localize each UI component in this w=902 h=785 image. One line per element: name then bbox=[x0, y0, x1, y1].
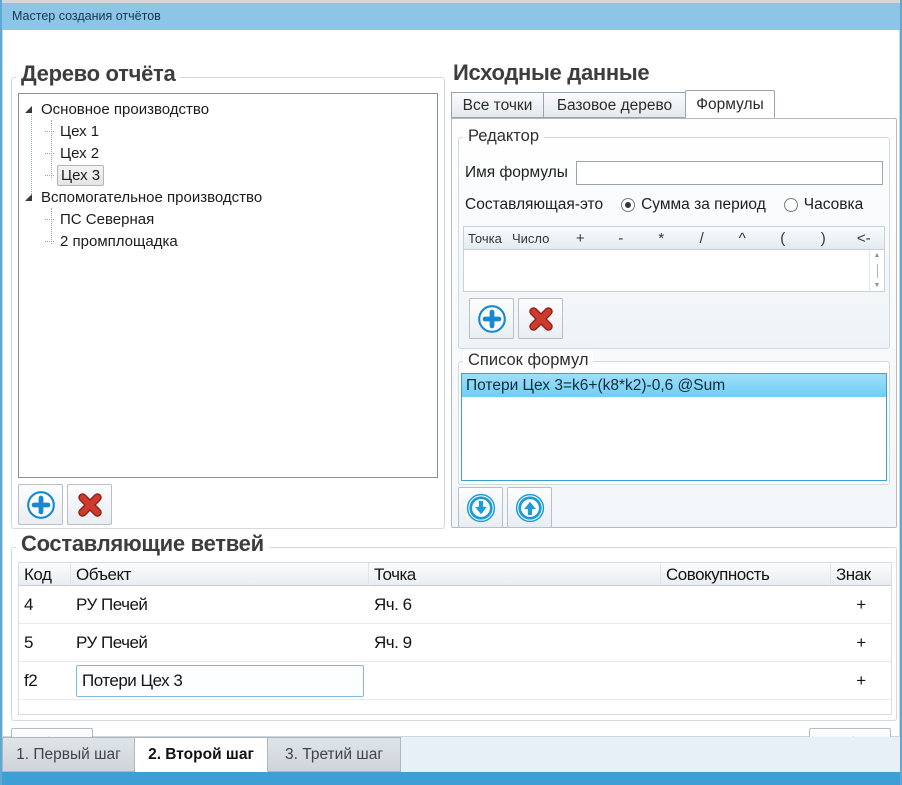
radio-sum-period[interactable]: Сумма за период bbox=[621, 196, 766, 214]
scroll-up-icon[interactable]: ▲ bbox=[874, 252, 881, 259]
col-header-object[interactable]: Объект bbox=[71, 563, 369, 586]
term-add-button[interactable] bbox=[469, 298, 514, 339]
branch-components-panel: Составляющие ветвей Код Объект Точка Сов… bbox=[11, 531, 897, 721]
table-row-editing[interactable]: f2 Потери Цех 3 + bbox=[19, 662, 891, 700]
grid-col-plus[interactable]: + bbox=[560, 230, 601, 247]
cell-code: 5 bbox=[24, 632, 33, 652]
grid-col-backspace[interactable]: <- bbox=[844, 230, 885, 247]
cell-code: f2 bbox=[24, 670, 38, 690]
table-row[interactable]: 4 РУ Печей Яч. 6 + bbox=[19, 586, 891, 624]
step-tab-3[interactable]: 3. Третий шаг bbox=[268, 737, 401, 772]
radio-hourly[interactable]: Часовка bbox=[783, 196, 864, 214]
col-header-code[interactable]: Код bbox=[19, 563, 71, 586]
tab-all-points[interactable]: Все точки bbox=[451, 92, 543, 118]
cell-code: 4 bbox=[24, 594, 33, 614]
radio-hourly-label: Часовка bbox=[803, 196, 864, 213]
table-row[interactable]: 5 РУ Печей Яч. 9 + bbox=[19, 624, 891, 662]
formula-name-label: Имя формулы bbox=[465, 164, 568, 181]
formula-list-title: Список формул bbox=[463, 351, 594, 370]
tree-item-shop1[interactable]: Цех 1 bbox=[19, 120, 437, 142]
delete-x-icon bbox=[74, 489, 106, 521]
plus-circle-icon bbox=[476, 303, 508, 335]
grid-col-number[interactable]: Число bbox=[508, 231, 560, 246]
circle-arrow-up-icon bbox=[515, 493, 545, 523]
tab-base-tree[interactable]: Базовое дерево bbox=[543, 92, 685, 118]
scroll-track bbox=[876, 263, 878, 278]
source-data-tabs: Все точки Базовое дерево Формулы bbox=[451, 90, 775, 118]
table-header-row: Код Объект Точка Совокупность Знак bbox=[19, 563, 891, 586]
tree-item-shop3-selected[interactable]: Цех 3 bbox=[19, 164, 437, 186]
branch-components-table: Код Объект Точка Совокупность Знак 4 РУ … bbox=[18, 562, 892, 715]
formula-editor-group: Редактор Имя формулы Составляющая-это Су… bbox=[458, 127, 890, 349]
cell-point: Яч. 6 bbox=[374, 594, 412, 614]
component-type-label: Составляющая-это bbox=[465, 196, 604, 213]
tree-item-shop2[interactable]: Цех 2 bbox=[19, 142, 437, 164]
cell-sign: + bbox=[856, 670, 866, 690]
step-tab-2[interactable]: 2. Второй шаг bbox=[135, 737, 268, 772]
tree-item-promploshchadka[interactable]: 2 промплощадка bbox=[19, 230, 437, 252]
term-delete-button[interactable] bbox=[518, 298, 563, 339]
cell-sign: + bbox=[856, 594, 866, 614]
formula-list-item[interactable]: Потери Цех 3=k6+(k8*k2)-0,6 @Sum bbox=[462, 374, 886, 397]
col-header-aggregate[interactable]: Совокупность bbox=[661, 563, 831, 586]
delete-x-icon bbox=[525, 303, 557, 335]
report-tree[interactable]: Основное производство Цех 1 Цех 2 Цех 3 … bbox=[18, 93, 438, 478]
tree-item-main-production[interactable]: Основное производство bbox=[19, 98, 437, 120]
formula-list-group: Список формул Потери Цех 3=k6+(k8*k2)-0,… bbox=[458, 351, 890, 485]
grid-col-multiply[interactable]: * bbox=[641, 230, 682, 247]
report-tree-panel: Дерево отчёта Основное производство Цех … bbox=[11, 61, 445, 529]
plus-circle-icon bbox=[25, 489, 57, 521]
radio-unselected-icon bbox=[783, 198, 798, 212]
tree-delete-button[interactable] bbox=[67, 484, 112, 525]
cell-object: РУ Печей bbox=[76, 594, 148, 614]
grid-col-close-paren[interactable]: ) bbox=[803, 230, 844, 247]
cell-object-editor[interactable]: Потери Цех 3 bbox=[76, 664, 364, 697]
grid-col-minus[interactable]: - bbox=[601, 230, 642, 247]
tree-add-button[interactable] bbox=[18, 484, 63, 525]
formula-list[interactable]: Потери Цех 3=k6+(k8*k2)-0,6 @Sum bbox=[461, 373, 887, 481]
branch-components-title: Составляющие ветвей bbox=[16, 531, 269, 557]
col-header-sign[interactable]: Знак bbox=[831, 563, 891, 586]
tab-formulas[interactable]: Формулы bbox=[685, 90, 775, 118]
step-tab-1[interactable]: 1. Первый шаг bbox=[2, 737, 135, 772]
grid-col-open-paren[interactable]: ( bbox=[763, 230, 804, 247]
titlebar[interactable]: Мастер создания отчётов bbox=[2, 3, 900, 30]
col-header-point[interactable]: Точка bbox=[369, 563, 661, 586]
move-down-button[interactable] bbox=[458, 487, 503, 528]
grid-col-power[interactable]: ^ bbox=[722, 230, 763, 247]
radio-sum-period-label: Сумма за период bbox=[641, 196, 766, 213]
grid-col-point[interactable]: Точка bbox=[464, 231, 508, 246]
source-data-title: Исходные данные bbox=[453, 60, 650, 85]
formula-name-input[interactable] bbox=[575, 161, 883, 185]
formula-grid-header: Точка Число + - * / ^ ( ) <- bbox=[463, 226, 885, 250]
tree-item-aux-production[interactable]: Вспомогательное производство bbox=[19, 186, 437, 208]
move-up-button[interactable] bbox=[507, 487, 552, 528]
formula-term-grid[interactable]: ▲ ▼ bbox=[463, 250, 885, 292]
bottom-bar bbox=[2, 772, 900, 785]
tree-item-ps-severnaya[interactable]: ПС Северная bbox=[19, 208, 437, 230]
wizard-step-tabs: 1. Первый шаг 2. Второй шаг 3. Третий ша… bbox=[2, 737, 900, 772]
cell-point: Яч. 9 bbox=[374, 632, 412, 652]
grid-scrollbar[interactable]: ▲ ▼ bbox=[869, 250, 884, 291]
circle-arrow-down-icon bbox=[466, 493, 496, 523]
expander-icon[interactable] bbox=[25, 105, 32, 113]
report-tree-title: Дерево отчёта bbox=[16, 61, 181, 87]
editor-group-title: Редактор bbox=[463, 127, 545, 146]
radio-selected-icon bbox=[621, 198, 636, 212]
grid-col-divide[interactable]: / bbox=[682, 230, 723, 247]
wizard-window: Мастер создания отчётов Дерево отчёта Ос… bbox=[0, 0, 902, 785]
scroll-down-icon[interactable]: ▼ bbox=[874, 282, 881, 289]
expander-icon[interactable] bbox=[25, 193, 32, 201]
cell-object: РУ Печей bbox=[76, 632, 148, 652]
formulas-tab-panel: Редактор Имя формулы Составляющая-это Су… bbox=[451, 118, 897, 528]
cell-sign: + bbox=[856, 632, 866, 652]
window-title: Мастер создания отчётов bbox=[12, 9, 161, 23]
content-area: Дерево отчёта Основное производство Цех … bbox=[2, 30, 900, 766]
